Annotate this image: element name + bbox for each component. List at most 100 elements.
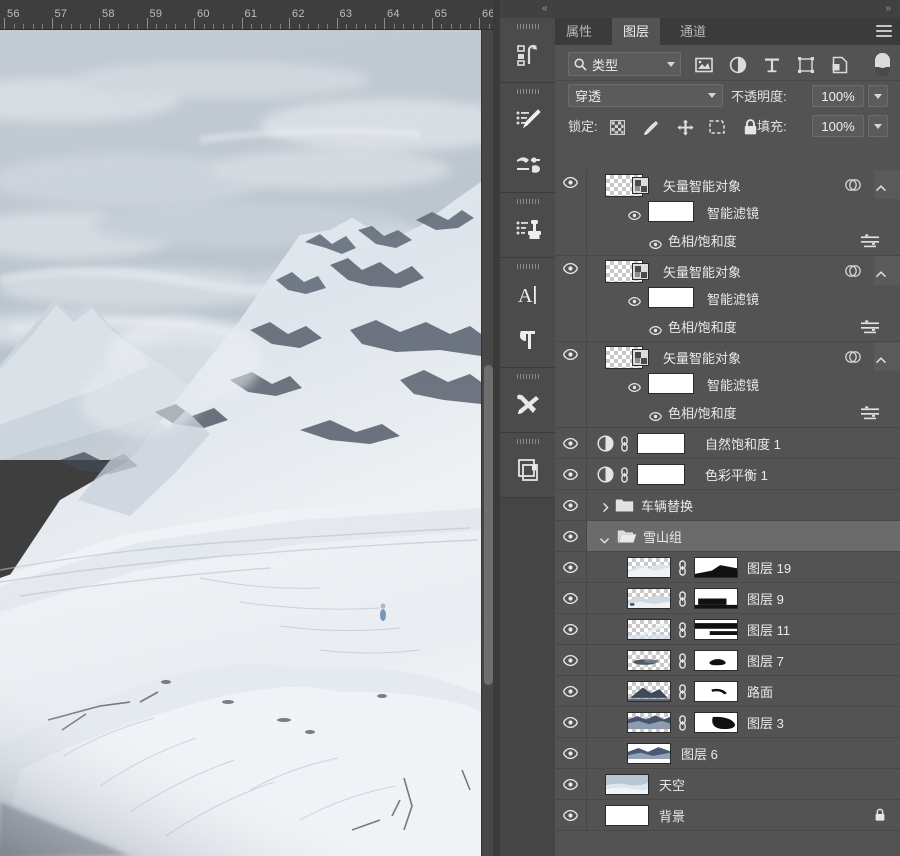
eye-visibility-icon[interactable] — [563, 592, 578, 604]
smart-filter-effect-label[interactable]: 色相/饱和度 — [668, 321, 737, 334]
tab-channels[interactable]: 通道 — [669, 18, 717, 45]
collapse-smart-filters-icon[interactable] — [875, 266, 887, 284]
layer-name[interactable]: 天空 — [659, 779, 685, 792]
eye-visibility-icon[interactable] — [563, 561, 578, 573]
layer-visibility-toggle[interactable] — [555, 583, 587, 613]
chevron-up-icon[interactable] — [875, 356, 887, 365]
smart-filter-effect-visibility-toggle[interactable] — [649, 408, 662, 426]
layer-name[interactable]: 图层 19 — [747, 562, 791, 575]
layer-thumbnail[interactable] — [627, 619, 671, 640]
horizontal-ruler[interactable]: 56 57 58 59 60 61 62 63 64 65 66 — [0, 0, 500, 30]
rail-grip[interactable] — [516, 264, 539, 269]
layer-name[interactable]: 图层 3 — [747, 717, 784, 730]
layer-visibility-toggle[interactable] — [555, 614, 587, 644]
hamburger-menu-icon[interactable] — [876, 25, 892, 37]
layer-visibility-toggle[interactable] — [555, 256, 587, 341]
link-mask-icon[interactable] — [619, 436, 630, 457]
filter-smartobject-icon[interactable] — [829, 54, 851, 76]
layer-row[interactable]: 图层 19 — [555, 552, 900, 583]
eye-visibility-icon[interactable] — [563, 747, 578, 759]
link-mask-icon[interactable] — [677, 684, 688, 700]
smart-filter-fx-icon[interactable] — [845, 264, 861, 283]
link-mask-icon[interactable] — [677, 653, 688, 674]
smart-filters-visibility-toggle[interactable] — [628, 379, 641, 397]
smart-filters-visibility-toggle[interactable] — [628, 207, 641, 225]
layer-thumbnail[interactable] — [627, 650, 671, 671]
smart-filter-effect-visibility-toggle[interactable] — [649, 236, 662, 254]
link-mask-icon[interactable] — [677, 560, 688, 581]
layer-row[interactable]: 自然饱和度 1 — [555, 428, 900, 459]
link-mask-icon[interactable] — [677, 715, 688, 736]
layer-row[interactable]: 图层 11 — [555, 614, 900, 645]
filter-settings-icon[interactable] — [861, 320, 879, 339]
link-mask-icon[interactable] — [677, 560, 688, 576]
link-mask-icon[interactable] — [619, 467, 630, 483]
smart-filter-effect-label[interactable]: 色相/饱和度 — [668, 407, 737, 420]
layer-thumbnail[interactable] — [627, 681, 671, 702]
filter-settings-icon[interactable] — [861, 406, 879, 420]
smart-filter-fx-icon[interactable] — [845, 350, 861, 369]
disclosure-open-icon[interactable] — [599, 532, 610, 550]
eye-visibility-icon[interactable] — [563, 530, 578, 542]
layer-row[interactable]: 背景 — [555, 800, 900, 831]
layer-visibility-toggle[interactable] — [555, 707, 587, 737]
brush-presets-icon[interactable] — [500, 97, 555, 142]
layer-row[interactable]: 色彩平衡 1 — [555, 459, 900, 490]
layer-visibility-toggle[interactable] — [555, 490, 587, 520]
tab-properties[interactable]: 属性 — [555, 18, 603, 45]
opacity-input[interactable]: 100% — [812, 85, 864, 107]
layer-name[interactable]: 图层 6 — [681, 748, 718, 761]
smart-filter-fx-icon[interactable] — [845, 264, 861, 278]
layer-mask-thumbnail[interactable] — [637, 464, 685, 485]
layer-mask-thumbnail[interactable] — [637, 433, 685, 454]
chevron-up-icon[interactable] — [875, 270, 887, 279]
layer-name[interactable]: 背景 — [659, 810, 685, 823]
lock-artboard-nesting-icon[interactable] — [707, 117, 727, 137]
layer-name[interactable]: 矢量智能对象 — [663, 266, 741, 279]
eye-visibility-icon[interactable] — [628, 296, 641, 307]
tab-layers[interactable]: 图层 — [612, 18, 661, 45]
layers-list[interactable]: 矢量智能对象 智能滤镜 色相/饱和度 矢量智能对象 智能滤镜 色相/饱和度 矢量智能对象 智能… — [555, 170, 900, 856]
smart-object-thumbnail[interactable] — [605, 174, 651, 197]
collapse-smart-filters-icon[interactable] — [875, 180, 887, 198]
eye-visibility-icon[interactable] — [563, 349, 578, 360]
collapse-smart-filters-icon[interactable] — [875, 352, 887, 370]
layer-row[interactable]: 图层 6 — [555, 738, 900, 769]
layer-name[interactable]: 雪山组 — [643, 531, 682, 544]
smart-filter-effect-label[interactable]: 色相/饱和度 — [668, 235, 737, 248]
scrollbar-thumb[interactable] — [484, 365, 493, 685]
layer-visibility-toggle[interactable] — [555, 552, 587, 582]
layer-thumbnail[interactable] — [605, 805, 649, 826]
layer-mask-thumbnail[interactable] — [694, 650, 738, 671]
smart-filter-fx-icon[interactable] — [845, 178, 861, 197]
link-mask-icon[interactable] — [677, 591, 688, 612]
rail-grip[interactable] — [516, 24, 539, 29]
clone-source-icon[interactable] — [500, 207, 555, 252]
filter-settings-icon[interactable] — [861, 320, 879, 334]
canvas-vertical-scrollbar[interactable] — [481, 30, 493, 856]
layer-visibility-toggle[interactable] — [555, 645, 587, 675]
layer-visibility-toggle[interactable] — [555, 738, 587, 768]
collapse-rail-icon[interactable]: « — [542, 2, 547, 16]
filter-pixel-icon[interactable] — [693, 54, 715, 76]
link-mask-icon[interactable] — [677, 653, 688, 669]
layer-visibility-toggle[interactable] — [555, 676, 587, 706]
layer-visibility-toggle[interactable] — [555, 769, 587, 799]
lock-position-icon[interactable] — [675, 117, 695, 137]
layer-visibility-toggle[interactable] — [555, 170, 587, 255]
layer-row[interactable]: 雪山组 — [555, 521, 900, 552]
link-mask-icon[interactable] — [677, 715, 688, 731]
layer-row[interactable]: 矢量智能对象 智能滤镜 色相/饱和度 — [555, 256, 900, 342]
eye-visibility-icon[interactable] — [563, 654, 578, 666]
smart-filters-visibility-toggle[interactable] — [628, 293, 641, 311]
layer-visibility-toggle[interactable] — [555, 428, 587, 458]
eye-visibility-icon[interactable] — [563, 177, 578, 188]
smart-filter-fx-icon[interactable] — [845, 350, 861, 364]
smart-filter-mask-thumbnail[interactable] — [648, 287, 694, 308]
layer-mask-thumbnail[interactable] — [694, 619, 738, 640]
layer-thumbnail[interactable] — [627, 557, 671, 578]
filter-settings-icon[interactable] — [861, 234, 879, 253]
link-mask-icon[interactable] — [677, 684, 688, 705]
disclosure-open-icon[interactable] — [599, 536, 610, 545]
link-mask-icon[interactable] — [619, 436, 630, 452]
